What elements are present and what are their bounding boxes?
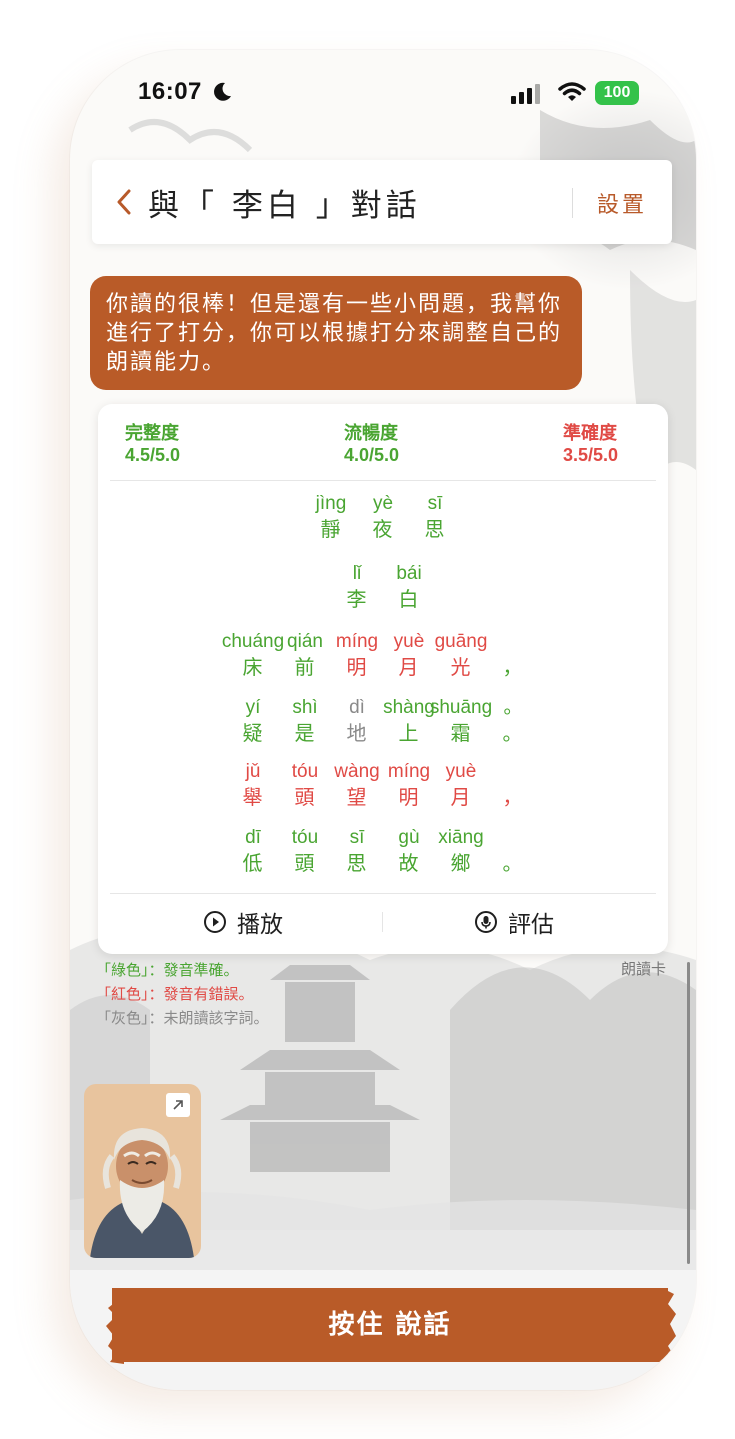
poem-line: dī 低 tóu 頭 sī 思 gù 故 xiāng 鄉。 xyxy=(98,826,668,882)
hanzi: 。 xyxy=(502,721,524,745)
score-label: 完整度 xyxy=(125,423,179,443)
settings-button[interactable]: 設置 xyxy=(597,187,647,219)
wifi-icon xyxy=(558,82,586,101)
score-fluency: 流暢度 4.0/5.0 xyxy=(344,422,399,466)
poem-line: yí 疑 shì 是 dì 地 shàng 上 shuāng 霜。。 xyxy=(98,696,668,752)
legend-wrong: 「紅色」：發音有錯誤。 xyxy=(96,985,254,1003)
back-chevron-icon[interactable] xyxy=(116,188,132,216)
status-time: 16:07 xyxy=(138,78,202,105)
poem-line: chuáng 床 qián 前 míng 明 yuè 月 guāng 光， xyxy=(98,630,668,686)
pinyin xyxy=(473,826,553,850)
score-value: 4.0/5.0 xyxy=(344,445,400,465)
do-not-disturb-moon-icon xyxy=(214,82,231,101)
scrollbar[interactable] xyxy=(687,962,690,1264)
page-title: 與「 李白 」對話 xyxy=(148,188,421,224)
play-circle-icon xyxy=(204,911,226,933)
pinyin xyxy=(473,760,553,784)
phone-screen: 16:07 100 與「 李白 」對話 設置 你讀的很棒！但是還有一些小問題，我… xyxy=(70,50,696,1390)
hanzi: ， xyxy=(502,655,524,679)
evaluate-button[interactable]: 評估 xyxy=(474,906,554,938)
status-bar: 16:07 100 xyxy=(70,50,696,140)
card-divider xyxy=(110,480,656,481)
pinyin: sī xyxy=(427,493,443,514)
score-value: 4.5/5.0 xyxy=(125,445,181,465)
nav-divider xyxy=(572,188,573,218)
poem-line: jǔ 舉 tóu 頭 wàng 望 míng 明 yuè 月， xyxy=(98,760,668,816)
poem-character[interactable]: bái 白 xyxy=(369,562,449,612)
play-label: 播放 xyxy=(237,912,283,938)
button-divider xyxy=(382,912,383,932)
poem-character[interactable]: ， xyxy=(473,630,553,680)
pinyin xyxy=(473,630,553,654)
assistant-message-bubble: 你讀的很棒！但是還有一些小問題，我幫你進行了打分，你可以根據打分來調整自己的朗讀… xyxy=(90,276,582,390)
score-label: 流暢度 xyxy=(344,423,398,443)
li-bai-avatar-card[interactable] xyxy=(84,1084,201,1258)
score-completeness: 完整度 4.5/5.0 xyxy=(125,422,180,466)
navigation-bar: 與「 李白 」對話 設置 xyxy=(92,160,672,244)
pinyin: bái xyxy=(396,563,422,584)
score-value: 3.5/5.0 xyxy=(563,445,619,465)
legend-unread: 「灰色」：未朗讀該字詞。 xyxy=(96,1009,269,1027)
poem-character[interactable]: 。。 xyxy=(473,696,553,746)
battery-indicator: 100 xyxy=(595,81,639,105)
hanzi: ， xyxy=(502,785,524,809)
legend-correct: 「綠色」：發音準確。 xyxy=(96,961,239,979)
poem-line: jìng 靜 yè 夜 sī 思 xyxy=(98,492,668,548)
microphone-circle-icon xyxy=(475,911,497,933)
card-divider xyxy=(110,893,656,894)
cellular-signal-icon xyxy=(511,84,540,104)
reading-card-label: 朗讀卡 xyxy=(621,960,667,978)
reading-score-card: 完整度 4.5/5.0 流暢度 4.0/5.0 準確度 3.5/5.0 jìng… xyxy=(98,404,668,954)
color-legend: 「綠色」：發音準確。 「紅色」：發音有錯誤。 「灰色」：未朗讀該字詞。 xyxy=(96,958,269,1030)
play-button[interactable]: 播放 xyxy=(203,906,283,938)
score-accuracy: 準確度 3.5/5.0 xyxy=(563,422,618,466)
score-label: 準確度 xyxy=(563,423,617,443)
pinyin: 。 xyxy=(503,697,523,718)
expand-arrow-icon[interactable] xyxy=(166,1093,190,1117)
hanzi: 。 xyxy=(502,851,524,875)
evaluate-label: 評估 xyxy=(508,912,554,938)
hanzi: 白 xyxy=(398,587,420,611)
brush-edge-right xyxy=(662,1288,676,1364)
poem-character[interactable]: ， xyxy=(473,760,553,810)
hold-to-talk-button[interactable]: 按住 說話 xyxy=(112,1288,668,1362)
poem-character[interactable]: 。 xyxy=(473,826,553,876)
hanzi: 思 xyxy=(424,517,446,541)
poem-character[interactable]: sī 思 xyxy=(395,492,475,542)
poem-line: lǐ 李 bái 白 xyxy=(98,562,668,618)
